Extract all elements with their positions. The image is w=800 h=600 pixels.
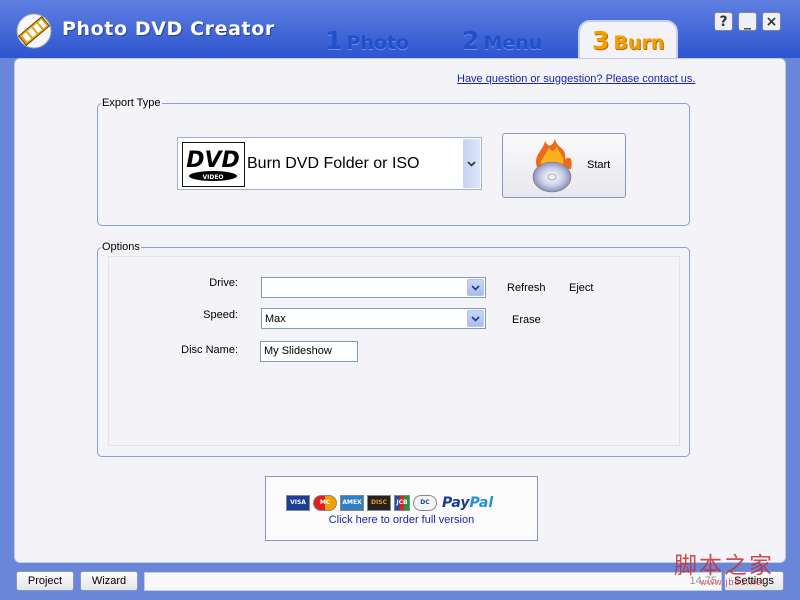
wizard-button[interactable]: Wizard	[80, 571, 138, 591]
minimize-button[interactable]: _	[738, 12, 757, 31]
tab-burn-label: Burn	[613, 32, 665, 54]
status-bar: 14.75	[144, 572, 722, 591]
amex-card-icon: AMEX	[340, 495, 364, 511]
export-type-label: Export Type	[102, 97, 161, 109]
speed-label: Speed:	[203, 309, 238, 321]
refresh-button[interactable]: Refresh	[507, 282, 546, 294]
dvd-video-logo-icon: DVD VIDEO	[182, 142, 245, 187]
chevron-down-icon[interactable]	[467, 279, 484, 296]
project-button[interactable]: Project	[16, 571, 74, 591]
tab-burn-number: 3	[592, 26, 610, 55]
paypal-logo-icon: PayPal	[442, 495, 493, 511]
paypal-text-pay: Pay	[442, 495, 470, 511]
order-text: Click here to order full version	[328, 514, 475, 526]
tab-burn[interactable]: 3 Burn	[578, 20, 678, 58]
export-type-select[interactable]: DVD VIDEO Burn DVD Folder or ISO	[177, 137, 482, 190]
payment-cards: VISA MC AMEX DISC JCB DC PayPal	[286, 493, 493, 513]
tab-menu-label: Menu	[483, 32, 543, 54]
export-type-value: Burn DVD Folder or ISO	[247, 155, 420, 172]
tab-menu[interactable]: 2 Menu	[462, 26, 542, 55]
close-button[interactable]: ×	[762, 12, 781, 31]
disc-name-input[interactable]: My Slideshow	[260, 341, 358, 362]
drive-select[interactable]	[261, 277, 486, 298]
tab-photo-label: Photo	[346, 32, 410, 54]
erase-button[interactable]: Erase	[512, 314, 541, 326]
start-label: Start	[587, 159, 611, 171]
paypal-text-pal: Pal	[469, 495, 494, 511]
contact-link[interactable]: Have question or suggestion? Please cont…	[457, 73, 695, 85]
drive-label: Drive:	[209, 277, 238, 289]
burning-disc-icon	[532, 139, 572, 193]
tab-menu-number: 2	[462, 26, 480, 55]
chevron-down-icon[interactable]	[463, 139, 480, 188]
tab-photo-number: 1	[325, 26, 343, 55]
film-strip-logo-icon	[16, 13, 52, 49]
visa-card-icon: VISA	[286, 495, 310, 511]
jcb-card-icon: JCB	[394, 495, 410, 511]
options-label: Options	[102, 241, 140, 253]
dvd-logo-text: DVD	[186, 148, 240, 173]
eject-button[interactable]: Eject	[569, 282, 593, 294]
disc-name-label: Disc Name:	[181, 344, 238, 356]
watermark-text: 脚本之家	[674, 553, 774, 579]
discover-card-icon: DISC	[367, 495, 391, 511]
app-title: Photo DVD Creator	[62, 18, 275, 40]
help-button[interactable]: ?	[714, 12, 733, 31]
speed-value: Max	[265, 313, 286, 325]
chevron-down-icon[interactable]	[467, 310, 484, 327]
watermark-url: www.jb51.net	[700, 577, 766, 587]
start-button[interactable]: Start	[502, 133, 626, 198]
diners-club-icon: DC	[413, 495, 437, 511]
order-full-version-button[interactable]: VISA MC AMEX DISC JCB DC PayPal Click he…	[265, 476, 538, 541]
speed-select[interactable]: Max	[261, 308, 486, 329]
dvd-logo-subtext: VIDEO	[202, 174, 223, 181]
mastercard-icon: MC	[313, 495, 337, 511]
tab-photo[interactable]: 1 Photo	[325, 26, 409, 55]
